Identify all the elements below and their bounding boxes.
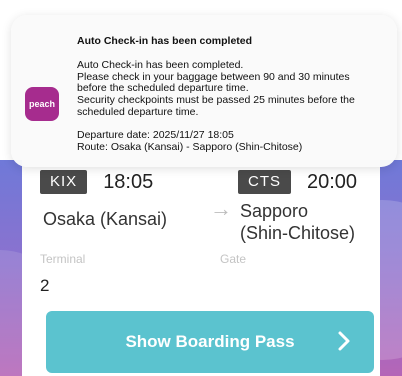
notification-line: Auto Check-in has been completed.: [77, 59, 244, 71]
notification-line: scheduled departure time.: [77, 105, 199, 118]
show-boarding-pass-label: Show Boarding Pass: [125, 332, 295, 351]
terminal-label: Terminal: [40, 252, 86, 266]
arrival-city-line1: Sapporo: [240, 201, 309, 221]
route-line: Route: Osaka (Kansai) - Sapporo (Shin-Ch…: [77, 140, 303, 153]
arrow-right-icon: →: [210, 196, 232, 221]
departure-time: 18:05: [103, 170, 154, 193]
terminal-value: 2: [40, 276, 50, 295]
arrival-row: CTS 20:00: [238, 168, 357, 196]
gate-label: Gate: [220, 252, 247, 266]
peach-app-icon: peach: [25, 87, 59, 121]
checkin-notification[interactable]: peach Auto Check-in has been completed A…: [11, 15, 397, 167]
arrival-code-badge: CTS: [238, 170, 291, 194]
app-icon-label: peach: [28, 99, 55, 109]
departure-city: Osaka (Kansai): [43, 209, 168, 229]
notification-body: Auto Check-in has been completed. Please…: [77, 59, 393, 154]
departure-row: KIX 18:05: [40, 168, 153, 196]
arrival-city-line2: (Shin-Chitose): [240, 223, 356, 243]
show-boarding-pass-button[interactable]: Show Boarding Pass: [46, 311, 374, 373]
arrival-city: Sapporo (Shin-Chitose): [240, 200, 370, 244]
notification-title: Auto Check-in has been completed: [77, 35, 253, 47]
departure-code-badge: KIX: [40, 170, 88, 194]
chevron-right-icon: [338, 331, 350, 351]
flight-card: KIX 18:05 CTS 20:00 Osaka (Kansai) → Sap…: [22, 160, 380, 376]
arrival-time: 20:00: [307, 170, 358, 193]
